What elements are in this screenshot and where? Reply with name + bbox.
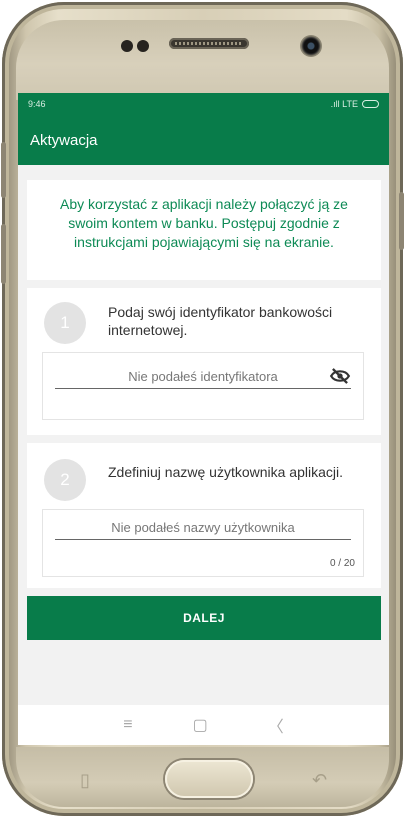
character-counter: 0 / 20 (329, 558, 355, 569)
earpiece-speaker (169, 38, 249, 49)
status-indicators: .ıll LTE (331, 99, 379, 109)
identifier-field-box (42, 352, 364, 420)
bixby-button (1, 224, 6, 284)
status-bar: 9:46 .ıll LTE (18, 93, 389, 115)
username-field-box: 0 / 20 (42, 509, 364, 577)
username-input[interactable] (55, 516, 351, 540)
front-camera (300, 35, 322, 57)
screen: 9:46 .ıll LTE Aktywacja Aby korzystać z … (18, 93, 389, 745)
info-text: Aby korzystać z aplikacji należy połączy… (60, 196, 348, 250)
home-icon[interactable]: ▢ (193, 715, 208, 735)
volume-button (1, 142, 6, 198)
menu-icon[interactable]: ≡ (123, 716, 132, 734)
step-number-2: 2 (44, 459, 86, 501)
status-time: 9:46 (28, 99, 46, 109)
back-icon[interactable]: 〈 (268, 713, 284, 737)
system-nav-bar: ≡ ▢ 〈 (18, 705, 389, 745)
step-number-1: 1 (44, 302, 86, 344)
sensor-left (121, 40, 133, 52)
eye-off-icon[interactable] (329, 368, 351, 384)
identifier-input[interactable] (55, 365, 351, 389)
sensor-right (137, 40, 149, 52)
back-key-icon: ↶ (312, 770, 328, 790)
network-indicator: .ıll LTE (330, 99, 358, 109)
step-instruction-2: Zdefiniuj nazwę użytkownika aplikacji. (108, 464, 343, 480)
step-instruction-1: Podaj swój identyfikator bankowości inte… (108, 304, 333, 338)
step-card-username: 2 Zdefiniuj nazwę użytkownika aplikacji.… (27, 443, 381, 588)
battery-icon (362, 100, 379, 108)
power-button (399, 192, 404, 250)
phone-top-bezel (16, 20, 389, 100)
page-title: Aktywacja (30, 131, 98, 149)
next-button[interactable]: DALEJ (27, 596, 381, 640)
info-card: Aby korzystać z aplikacji należy połączy… (27, 180, 381, 280)
app-bar: Aktywacja (18, 115, 389, 165)
step-card-identifier: 1 Podaj swój identyfikator bankowości in… (27, 288, 381, 435)
recent-apps-key-icon: ▯ (80, 770, 90, 790)
home-key (165, 760, 253, 798)
